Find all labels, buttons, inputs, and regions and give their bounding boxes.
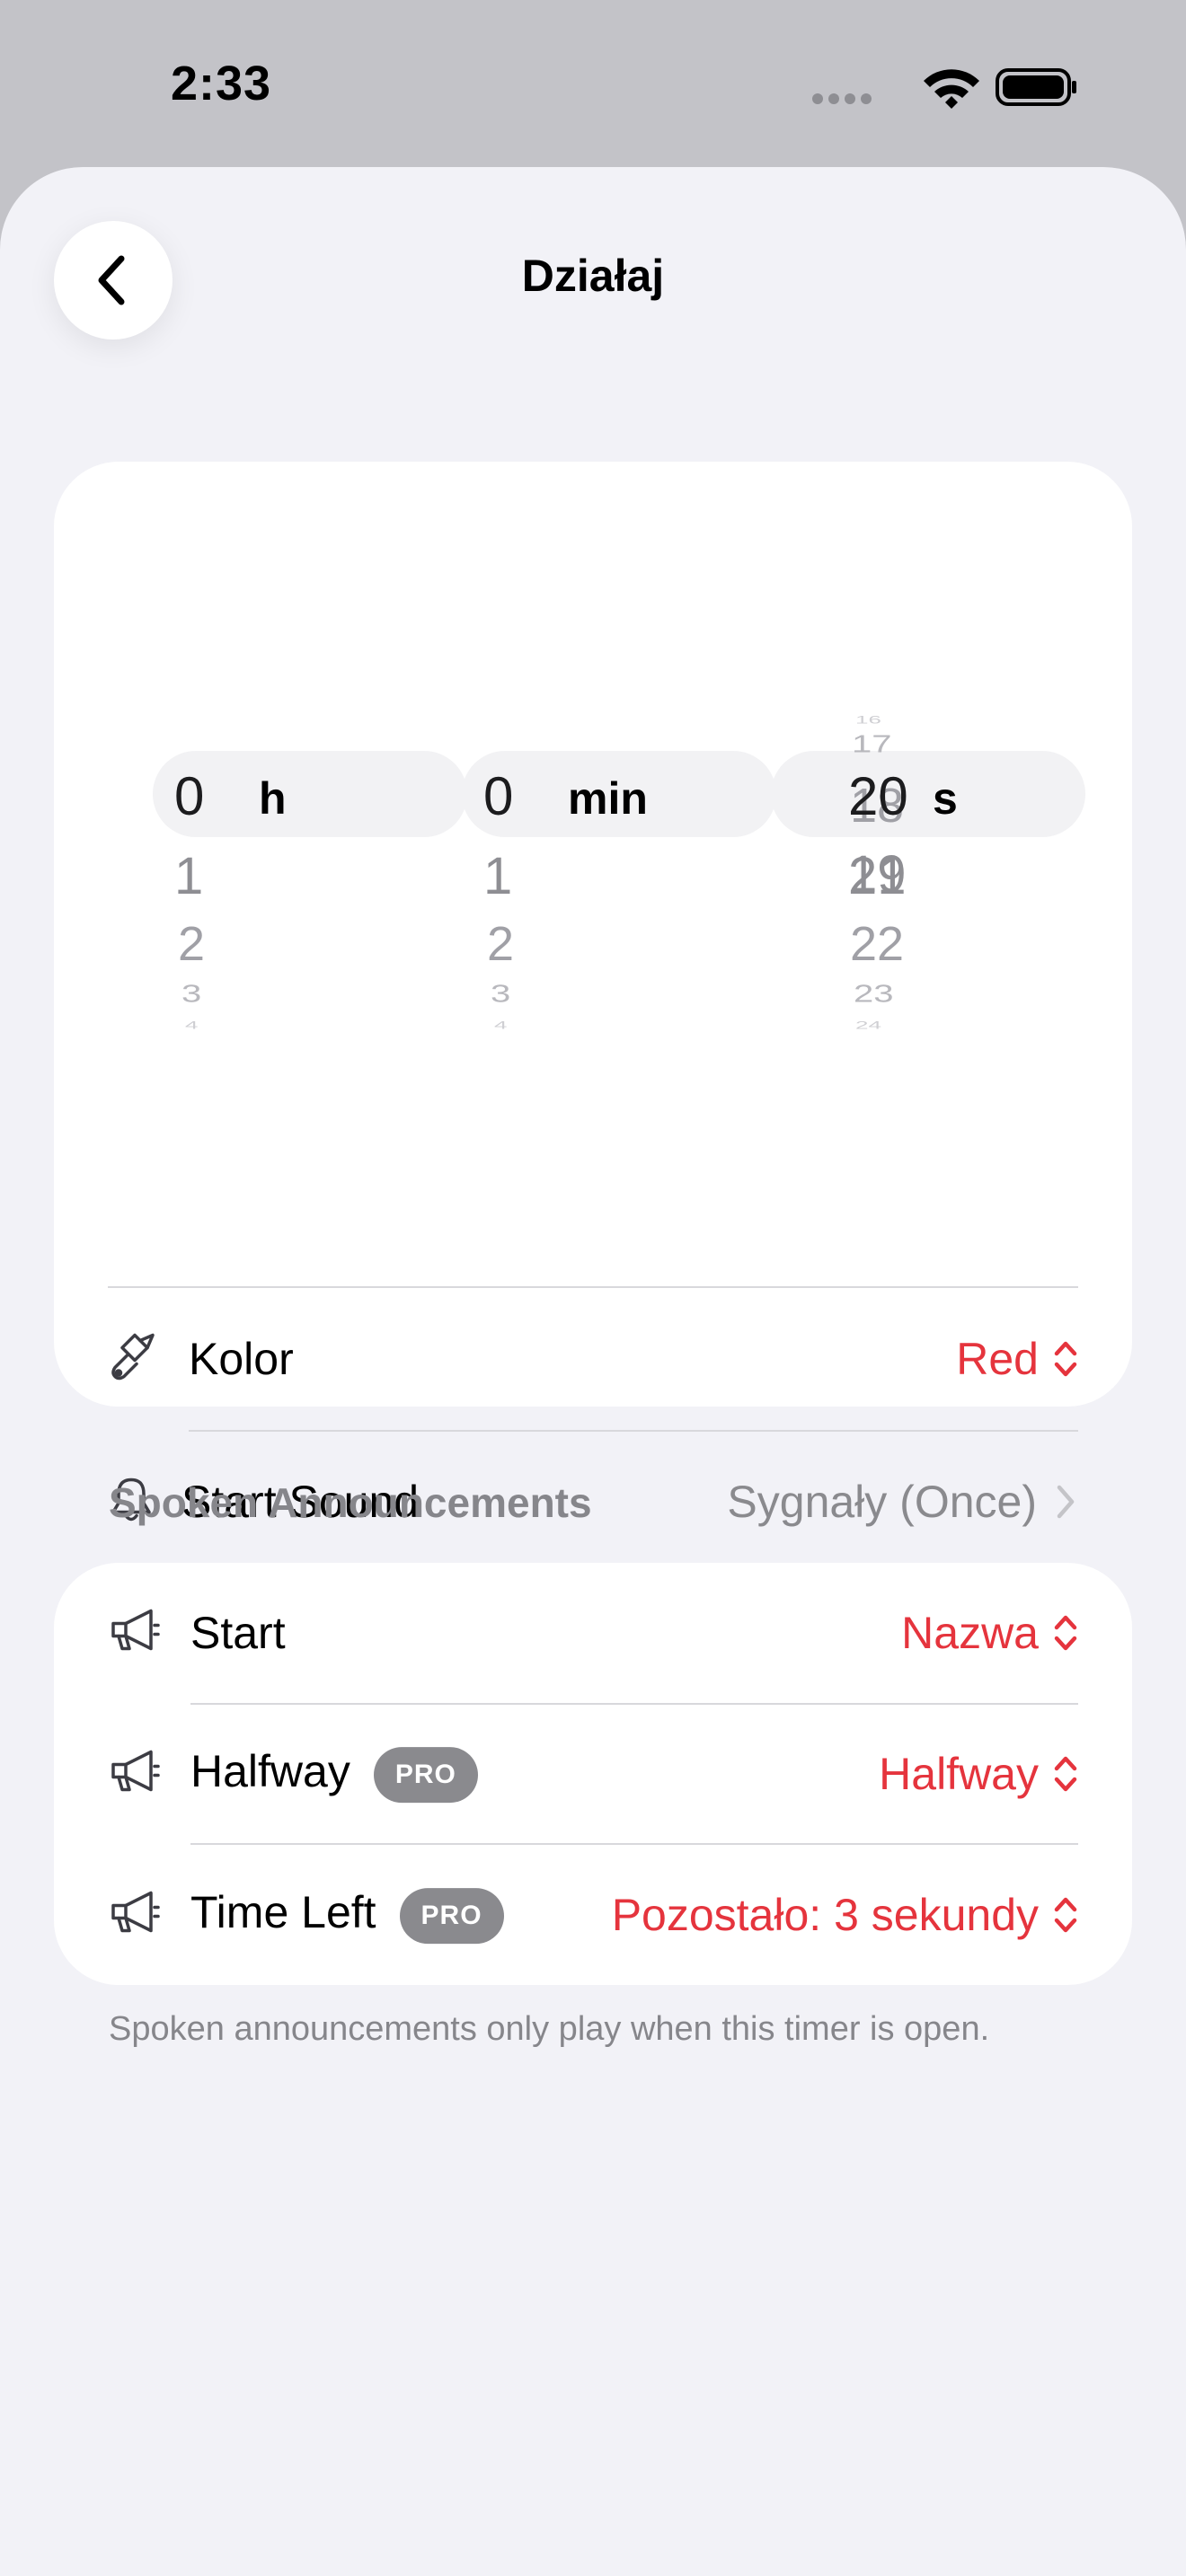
chevron-up-down-icon xyxy=(1054,1615,1077,1651)
announcement-halfway-row[interactable]: Halfway PRO Halfway xyxy=(54,1705,1132,1843)
timer-edit-sheet: Działaj 0 h 1 2 3 4 0 min 1 2 3 4 16 17 … xyxy=(0,167,1186,2576)
color-label: Kolor xyxy=(189,1334,294,1384)
pro-badge: PRO xyxy=(399,1887,504,1944)
picker-hours-item: 3 xyxy=(181,979,202,1008)
spoken-announcements-card: Start Nazwa Halfway PRO Halfway Time Lef… xyxy=(54,1563,1132,1985)
announcement-halfway-label: Halfway PRO xyxy=(190,1745,478,1803)
color-value[interactable]: Red xyxy=(956,1333,1078,1385)
picker-hours-selected: 0 xyxy=(174,766,205,826)
status-icons xyxy=(809,65,1078,114)
announcement-time-left-row[interactable]: Time Left PRO Pozostało: 3 sekundy xyxy=(54,1845,1132,1985)
cellular-signal-icon xyxy=(812,93,872,104)
section-header: Spoken Announcements xyxy=(109,1479,592,1526)
picker-seconds-selected: 20 xyxy=(848,766,908,826)
announcement-start-row[interactable]: Start Nazwa xyxy=(54,1563,1132,1703)
timer-settings-card: 0 h 1 2 3 4 0 min 1 2 3 4 16 17 18 19 20… xyxy=(54,462,1132,1527)
picker-hours-unit: h xyxy=(259,773,287,824)
wifi-icon xyxy=(924,69,979,109)
picker-hours-item: 2 xyxy=(178,917,206,971)
picker-minutes-item: 1 xyxy=(483,847,513,905)
announcement-halfway-value[interactable]: Halfway xyxy=(879,1748,1078,1800)
chevron-up-down-icon xyxy=(1054,1897,1077,1933)
picker-minutes-unit: min xyxy=(568,773,648,824)
page-title: Działaj xyxy=(521,251,665,301)
picker-seconds-item: 24 xyxy=(855,1019,881,1032)
color-value-text: Red xyxy=(956,1334,1039,1384)
announcement-time-left-label: Time Left PRO xyxy=(190,1886,504,1944)
picker-seconds-item: 16 xyxy=(855,713,881,727)
announcement-halfway-value-text: Halfway xyxy=(879,1749,1039,1799)
picker-hours-item: 1 xyxy=(174,847,204,905)
battery-icon xyxy=(996,68,1076,106)
picker-minutes-item: 2 xyxy=(487,917,515,971)
picker-seconds-item: 23 xyxy=(854,979,894,1008)
start-sound-value-text: Sygnały (Once) xyxy=(727,1477,1037,1527)
picker-minutes-item: 4 xyxy=(494,1019,508,1032)
announcement-time-left-value[interactable]: Pozostało: 3 sekundy xyxy=(612,1889,1078,1941)
picker-seconds-item: 17 xyxy=(852,729,892,758)
picker-hours-item: 4 xyxy=(185,1019,199,1032)
announcement-start-value-text: Nazwa xyxy=(901,1608,1039,1658)
status-time: 2:33 xyxy=(171,57,272,110)
pro-badge: PRO xyxy=(373,1746,478,1803)
megaphone-icon xyxy=(108,1749,162,1800)
chevron-up-down-icon xyxy=(1054,1756,1077,1792)
announcement-start-label: Start xyxy=(190,1608,286,1658)
footer-note: Spoken announcements only play when this… xyxy=(109,2010,990,2048)
picker-seconds-unit: s xyxy=(933,773,958,824)
start-sound-value[interactable]: Sygnały (Once) xyxy=(727,1476,1078,1528)
paintbrush-icon xyxy=(108,1330,158,1389)
chevron-right-icon xyxy=(1057,1485,1075,1519)
chevron-up-down-icon xyxy=(1054,1341,1077,1377)
duration-picker[interactable]: 0 h 1 2 3 4 0 min 1 2 3 4 16 17 18 19 20… xyxy=(54,462,1132,1054)
picker-minutes-item: 3 xyxy=(491,979,511,1008)
announcement-start-value[interactable]: Nazwa xyxy=(901,1607,1078,1659)
picker-selection-seconds xyxy=(771,751,1085,837)
color-row[interactable]: Kolor Red xyxy=(54,1288,1132,1430)
announcement-time-left-value-text: Pozostało: 3 sekundy xyxy=(611,1890,1039,1940)
status-bar: 2:33 xyxy=(0,0,1186,167)
picker-seconds-item: 22 xyxy=(850,917,905,971)
megaphone-icon xyxy=(108,1608,162,1659)
picker-minutes-selected: 0 xyxy=(483,766,514,826)
megaphone-icon xyxy=(108,1890,162,1941)
picker-seconds-item: 21 xyxy=(848,847,907,905)
